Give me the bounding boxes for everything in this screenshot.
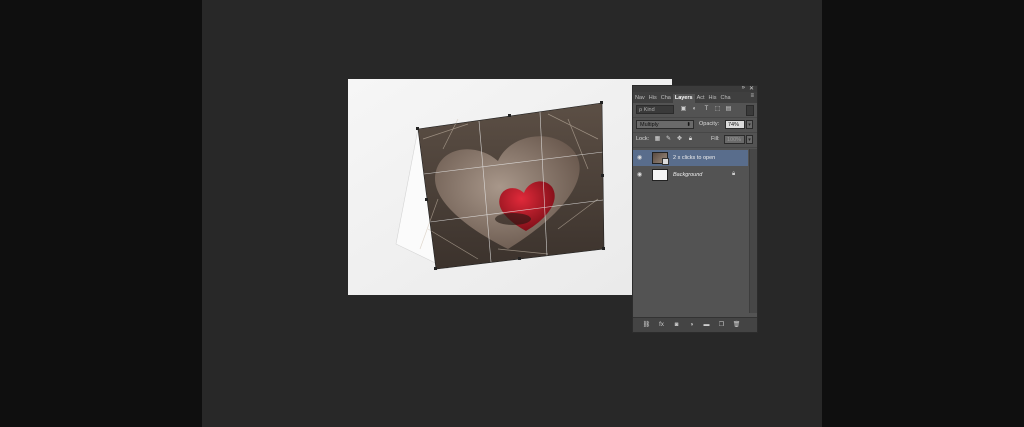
lock-all-icon[interactable]: 🔒︎ (687, 136, 694, 143)
tab-channels[interactable]: Cha (659, 94, 673, 103)
layer-thumbnail (652, 152, 669, 165)
lock-position-icon[interactable]: ✥ (676, 136, 683, 143)
mask-icon[interactable]: ◙ (672, 321, 681, 329)
lock-row: Lock: ▦ ✎ ✥ 🔒︎ Fill: 100% ▾ (633, 133, 757, 148)
document-canvas[interactable] (348, 79, 672, 295)
trash-icon[interactable]: 🗑︎ (732, 321, 741, 329)
tab-actions[interactable]: Act (695, 94, 707, 103)
panel-tab-bar: Nav His Cha Layers Act His Cha ≡ (633, 92, 757, 103)
tab-layers[interactable]: Layers (672, 94, 695, 103)
greeting-card-mockup (348, 79, 672, 295)
layer-filter-select[interactable]: ρ Kind (636, 105, 674, 114)
layers-panel: ✕ » Nav His Cha Layers Act His Cha ≡ ρ K… (632, 85, 758, 333)
eye-icon[interactable]: ◉ (637, 171, 642, 178)
opacity-slider-button[interactable]: ▾ (746, 120, 753, 129)
eye-icon[interactable]: ◉ (637, 154, 642, 161)
tab-navigator[interactable]: Nav (633, 94, 647, 103)
blend-mode-select[interactable]: Multiply ⬍ (636, 120, 694, 129)
type-filter-icon[interactable]: T (703, 106, 710, 113)
fill-input[interactable]: 100% (724, 135, 745, 144)
chevron-down-icon: ⬍ (686, 122, 691, 128)
lock-icon: 🔒︎ (732, 171, 736, 177)
blend-row: Multiply ⬍ Opacity: 74% ▾ (633, 118, 757, 133)
layer-name[interactable]: Background (673, 172, 702, 178)
shape-filter-icon[interactable]: ⬚ (714, 106, 721, 113)
lock-transparent-icon[interactable]: ▦ (654, 136, 661, 143)
layers-bottom-toolbar: ⛓ fx ◙ ◑ ▬ ❐ 🗑︎ (633, 317, 757, 332)
double-chevron-icon[interactable]: » (742, 85, 745, 91)
fill-slider-button[interactable]: ▾ (746, 135, 753, 144)
layers-list: ◉ 2 x clicks to open ◉ Background 🔒︎ (633, 149, 749, 313)
adjustment-filter-icon[interactable]: ◐ (691, 106, 698, 113)
tab-histogram[interactable]: His (647, 94, 659, 103)
folder-icon[interactable]: ▬ (702, 321, 711, 329)
filter-row: ρ Kind ▣ ◐ T ⬚ ▤ (633, 103, 757, 118)
layers-scrollbar[interactable] (749, 149, 757, 313)
adjustment-icon[interactable]: ◑ (687, 321, 696, 329)
lock-label: Lock: (636, 136, 650, 142)
filter-toggle[interactable] (746, 105, 754, 116)
opacity-input[interactable]: 74% (725, 120, 745, 129)
search-icon: ρ (639, 107, 643, 113)
fill-label: Fill: (711, 136, 720, 142)
tab-character[interactable]: Cha (718, 94, 732, 103)
fx-icon[interactable]: fx (657, 321, 666, 329)
layer-row-background[interactable]: ◉ Background 🔒︎ (633, 167, 748, 183)
new-layer-icon[interactable]: ❐ (717, 321, 726, 329)
opacity-label: Opacity: (699, 121, 720, 127)
close-icon[interactable]: ✕ (749, 85, 754, 92)
panel-menu-icon[interactable]: ≡ (750, 93, 754, 99)
smart-object-filter-icon[interactable]: ▤ (725, 106, 732, 113)
layer-thumbnail (652, 169, 668, 181)
pixel-filter-icon[interactable]: ▣ (680, 106, 687, 113)
link-icon[interactable]: ⛓ (642, 321, 651, 329)
lock-image-icon[interactable]: ✎ (665, 136, 672, 143)
layer-name[interactable]: 2 x clicks to open (673, 155, 715, 161)
tab-history[interactable]: His (707, 94, 719, 103)
layer-row-smart-object[interactable]: ◉ 2 x clicks to open (633, 150, 748, 166)
